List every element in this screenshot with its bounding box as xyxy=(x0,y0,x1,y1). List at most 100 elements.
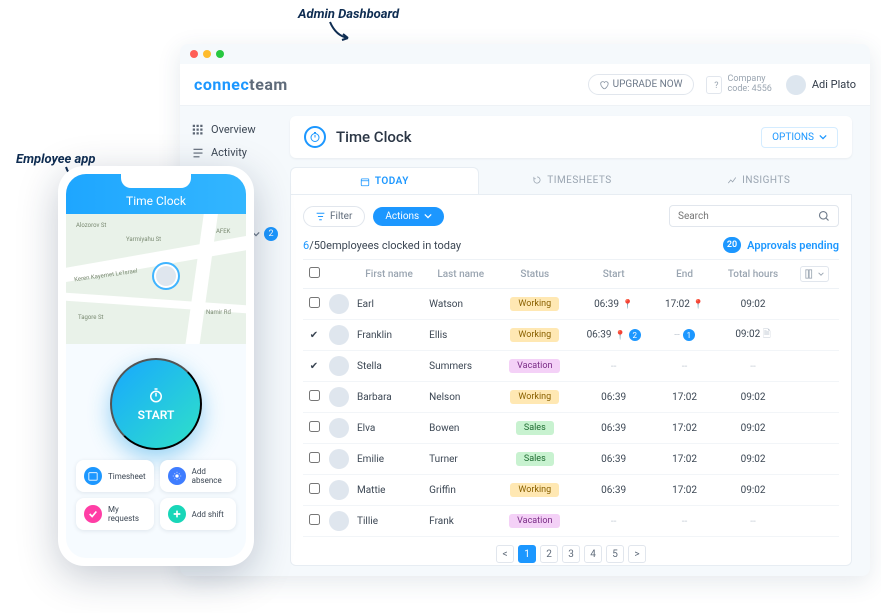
pager-page[interactable]: 2 xyxy=(540,545,558,563)
status-badge: Sales xyxy=(516,421,554,435)
cell-total: 09:02 xyxy=(715,475,791,506)
cell-end: -- xyxy=(654,506,715,537)
collapse-indicator[interactable]: 2 xyxy=(252,227,278,241)
cell-end: 17:02 xyxy=(654,382,715,413)
select-all-checkbox[interactable] xyxy=(309,267,320,278)
row-checkbox[interactable] xyxy=(309,421,320,432)
col-start[interactable]: Start xyxy=(573,260,654,289)
cell-total: 09:02 xyxy=(715,413,791,444)
table-row[interactable]: EarlWatsonWorking06:39📍17:02📍09:02 xyxy=(303,289,839,320)
cell-total: 09:02 xyxy=(715,444,791,475)
row-checkbox[interactable] xyxy=(309,483,320,494)
status-badge: Vacation xyxy=(509,359,560,373)
col-last[interactable]: Last name xyxy=(425,260,496,289)
sidebar-item-overview[interactable]: Overview xyxy=(190,118,270,141)
status-badge: Sales xyxy=(516,452,554,466)
pager-page[interactable]: 4 xyxy=(584,545,602,563)
calendar-icon xyxy=(84,467,102,485)
company-code[interactable]: Companycode: 4556 xyxy=(706,75,772,95)
calendar-icon xyxy=(706,76,722,94)
avatar xyxy=(329,449,349,469)
table-row[interactable]: EmilieTurnerSales06:3917:0209:02 xyxy=(303,444,839,475)
cell-first: Mattie xyxy=(353,475,425,506)
chart-icon xyxy=(727,175,737,185)
stopwatch-icon xyxy=(304,126,326,148)
today-panel: Filter Actions 6/50 employees clocked in… xyxy=(290,195,852,566)
check-icon xyxy=(84,505,102,523)
annotation-employee: Employee app xyxy=(16,151,95,167)
table-row[interactable]: TillieFrankVacation------ xyxy=(303,506,839,537)
avatar xyxy=(329,418,349,438)
filter-button[interactable]: Filter xyxy=(303,206,365,227)
pager-page[interactable]: 1 xyxy=(518,545,536,563)
page-header: Time Clock OPTIONS xyxy=(290,116,852,158)
brand-logo: connecteam xyxy=(194,75,288,94)
col-first[interactable]: First name xyxy=(353,260,425,289)
cell-end: 17:02📍 xyxy=(654,289,715,320)
row-checkbox[interactable] xyxy=(309,390,320,401)
location-icon: 📍 xyxy=(622,300,633,310)
cell-first: Franklin xyxy=(353,320,425,351)
summary-row: 6/50 employees clocked in today 20 Appro… xyxy=(303,237,839,253)
table-row[interactable]: ElvaBowenSales06:3917:0209:02 xyxy=(303,413,839,444)
admin-window: connecteam UPGRADE NOW Companycode: 4556… xyxy=(180,44,870,576)
avatar xyxy=(329,387,349,407)
phone-addshift-button[interactable]: Add shift xyxy=(160,498,236,530)
pager-page[interactable]: 3 xyxy=(562,545,580,563)
list-icon xyxy=(192,147,204,159)
avatar xyxy=(329,325,349,345)
phone-absence-button[interactable]: Add absence xyxy=(160,460,236,492)
avatar xyxy=(329,294,349,314)
table-row[interactable]: BarbaraNelsonWorking06:3917:0209:02 xyxy=(303,382,839,413)
table-row[interactable]: MattieGriffinWorking06:3917:0209:02 xyxy=(303,475,839,506)
row-checkbox[interactable] xyxy=(309,452,320,463)
pager-page[interactable]: 5 xyxy=(606,545,624,563)
col-total[interactable]: Total hours xyxy=(715,260,791,289)
row-checkbox[interactable] xyxy=(309,297,320,308)
col-end[interactable]: End xyxy=(654,260,715,289)
search-icon xyxy=(818,210,830,222)
count-badge: 1 xyxy=(683,329,695,341)
cell-start: 06:39 xyxy=(573,382,654,413)
map-user-pin[interactable] xyxy=(152,262,180,290)
phone-requests-button[interactable]: My requests xyxy=(76,498,154,530)
upgrade-button[interactable]: UPGRADE NOW xyxy=(588,74,694,95)
cell-first: Barbara xyxy=(353,382,425,413)
tab-insights[interactable]: INSIGHTS xyxy=(665,166,852,194)
table-row[interactable]: ✔FranklinEllisWorking06:39📍2--109:02 🗎 xyxy=(303,320,839,351)
window-min-icon[interactable] xyxy=(203,50,211,58)
options-button[interactable]: OPTIONS xyxy=(761,127,838,148)
cell-end: 17:02 xyxy=(654,475,715,506)
location-icon: 📍 xyxy=(614,331,625,341)
window-close-icon[interactable] xyxy=(190,50,198,58)
table-row[interactable]: ✔StellaSummersVacation------ xyxy=(303,351,839,382)
map[interactable]: Alozorov St Yarmiyahu St AFEK Keren Kaye… xyxy=(66,214,246,344)
actions-button[interactable]: Actions xyxy=(373,207,444,226)
start-button[interactable]: START xyxy=(110,358,202,450)
cell-end: 17:02 xyxy=(654,413,715,444)
search-input[interactable] xyxy=(669,205,839,227)
pager-prev[interactable]: < xyxy=(496,545,514,563)
columns-button[interactable] xyxy=(800,266,829,282)
document-icon: 🗎 xyxy=(763,329,771,340)
phone-timesheet-button[interactable]: Timesheet xyxy=(76,460,154,492)
pager-next[interactable]: > xyxy=(628,545,646,563)
cell-start: 06:39 xyxy=(573,413,654,444)
user-menu[interactable]: Adi Plato xyxy=(786,75,856,95)
col-status[interactable]: Status xyxy=(496,260,573,289)
avatar xyxy=(329,356,349,376)
cell-total: -- xyxy=(715,506,791,537)
heart-icon xyxy=(599,80,609,90)
window-max-icon[interactable] xyxy=(216,50,224,58)
tab-today[interactable]: TODAY xyxy=(290,167,479,195)
stopwatch-icon xyxy=(147,386,165,404)
sidebar-item-activity[interactable]: Activity xyxy=(190,141,270,164)
approvals-pending-link[interactable]: 20 Approvals pending xyxy=(723,237,839,253)
phone-notch xyxy=(121,174,191,188)
row-checkbox[interactable] xyxy=(309,514,320,525)
avatar xyxy=(329,480,349,500)
cell-start: 06:39📍 xyxy=(573,289,654,320)
cell-last: Turner xyxy=(425,444,496,475)
cell-end: --1 xyxy=(654,320,715,351)
tab-timesheets[interactable]: TIMESHEETS xyxy=(479,166,666,194)
